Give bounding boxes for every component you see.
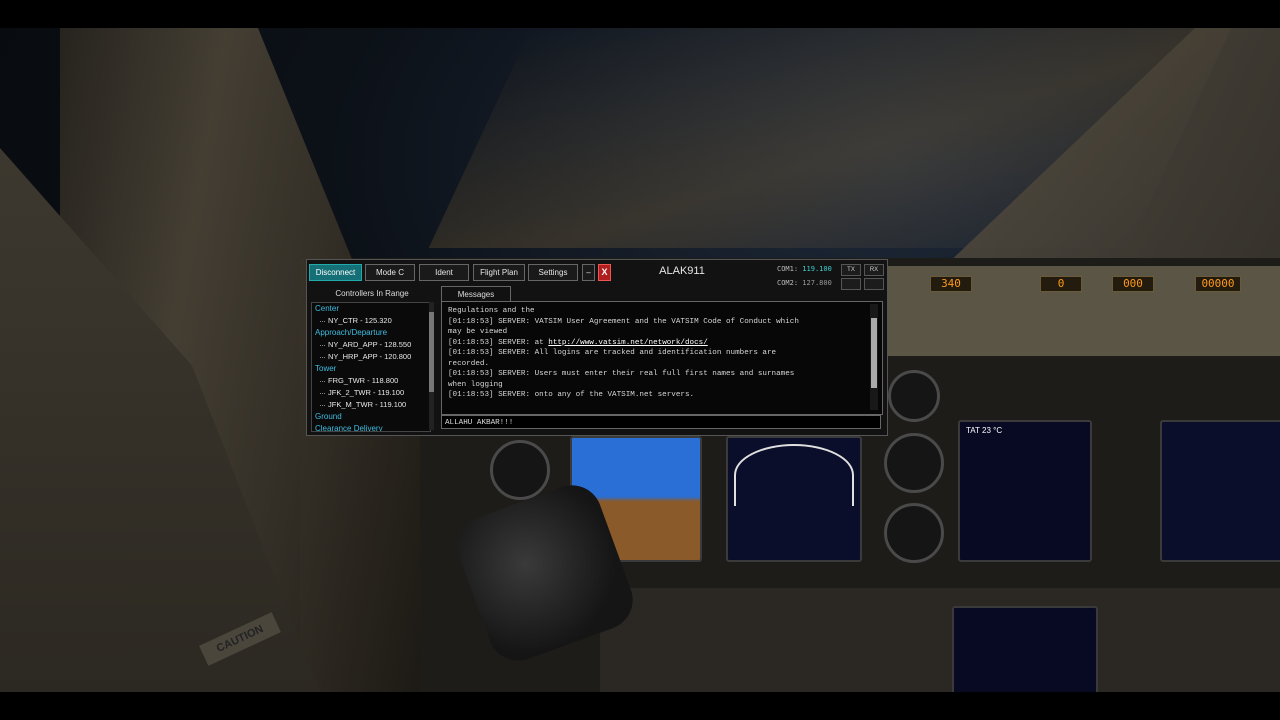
- message-line: [01:18:53] SERVER: onto any of the VATSI…: [448, 391, 695, 399]
- lower-panel: [600, 588, 1280, 692]
- standby-compass: [884, 503, 944, 563]
- com1-readout: COM1: 119.100: [777, 265, 832, 273]
- messages-log: Regulations and the [01:18:53] SERVER: VA…: [448, 306, 866, 401]
- com1-rx-toggle[interactable]: RX: [864, 264, 884, 276]
- message-line: when logging: [448, 380, 503, 389]
- settings-button[interactable]: Settings: [528, 264, 578, 281]
- controller-item[interactable]: FRG_TWR - 118.800: [312, 375, 430, 387]
- mcp-course-display: 340: [930, 276, 972, 292]
- standby-gauge: [490, 440, 550, 500]
- scrollbar-thumb[interactable]: [429, 312, 434, 392]
- mcp-heading-display: 000: [1112, 276, 1154, 292]
- com1-tx-toggle[interactable]: TX: [841, 264, 861, 276]
- message-line: [01:18:53] SERVER: VATSIM User Agreement…: [448, 317, 799, 326]
- scrollbar-thumb[interactable]: [871, 318, 877, 388]
- category-approach-departure[interactable]: Approach/Departure: [312, 327, 430, 339]
- controllers-title: Controllers In Range: [335, 289, 409, 298]
- category-ground[interactable]: Ground: [312, 411, 430, 423]
- navigation-display: [726, 436, 862, 562]
- controllers-list[interactable]: Center NY_CTR - 125.320 Approach/Departu…: [311, 302, 431, 432]
- secondary-eicas: [952, 606, 1098, 692]
- controller-item[interactable]: NY_HRP_APP - 120.800: [312, 351, 430, 363]
- com2-tx-toggle[interactable]: [841, 278, 861, 290]
- vatsim-client-window: Disconnect Mode C Ident Flight Plan Sett…: [306, 259, 888, 436]
- category-clearance-delivery[interactable]: Clearance Delivery: [312, 423, 430, 431]
- message-line: recorded.: [448, 359, 490, 368]
- com1-frequency: 119.100: [802, 265, 832, 273]
- close-button[interactable]: X: [598, 264, 611, 281]
- minimize-button[interactable]: –: [582, 264, 595, 281]
- messages-scrollbar[interactable]: [870, 304, 878, 410]
- eicas-display: TAT 23 °C: [958, 420, 1092, 562]
- controller-item[interactable]: NY_CTR - 125.320: [312, 315, 430, 327]
- message-line: may be viewed: [448, 328, 508, 336]
- mcp-altitude-display: 00000: [1195, 276, 1241, 292]
- message-line: [01:18:53] SERVER: Users must enter thei…: [448, 370, 795, 378]
- com1-label: COM1:: [777, 265, 799, 273]
- compass-arc: [734, 444, 854, 506]
- com2-readout: COM2: 127.800: [777, 279, 832, 287]
- category-tower[interactable]: Tower: [312, 363, 430, 375]
- category-center[interactable]: Center: [312, 303, 430, 315]
- messages-panel: Regulations and the [01:18:53] SERVER: VA…: [441, 301, 883, 415]
- fo-navigation-display: [1160, 420, 1280, 562]
- callsign-label: ALAK911: [659, 265, 705, 277]
- flight-plan-button[interactable]: Flight Plan: [473, 264, 525, 281]
- standby-altimeter: [884, 433, 944, 493]
- tab-messages[interactable]: Messages: [441, 286, 511, 302]
- disconnect-button[interactable]: Disconnect: [309, 264, 362, 281]
- message-line-prefix: [01:18:53] SERVER: at: [448, 338, 549, 347]
- message-line: [01:18:53] SERVER: All logins are tracke…: [448, 349, 777, 357]
- controller-item[interactable]: JFK_M_TWR - 119.100: [312, 399, 430, 411]
- com2-frequency: 127.800: [802, 279, 832, 287]
- mcp-speed-display: 0: [1040, 276, 1082, 292]
- message-line: Regulations and the: [448, 307, 535, 315]
- controller-item[interactable]: NY_ARD_APP - 128.550: [312, 339, 430, 351]
- com2-rx-toggle[interactable]: [864, 278, 884, 290]
- mode-c-button[interactable]: Mode C: [365, 264, 415, 281]
- message-input[interactable]: ALLAHU AKBAR!!!: [441, 415, 881, 429]
- vatsim-docs-link[interactable]: http://www.vatsim.net/network/docs/: [548, 339, 708, 347]
- eicas-tat: TAT 23 °C: [966, 426, 1003, 435]
- standby-attitude: [888, 370, 940, 422]
- controller-item[interactable]: JFK_2_TWR - 119.100: [312, 387, 430, 399]
- message-line: [01:18:53] SERVER: at http://www.vatsim.…: [448, 338, 866, 349]
- com2-label: COM2:: [777, 279, 799, 287]
- controllers-scrollbar[interactable]: [429, 302, 434, 430]
- ident-button[interactable]: Ident: [419, 264, 469, 281]
